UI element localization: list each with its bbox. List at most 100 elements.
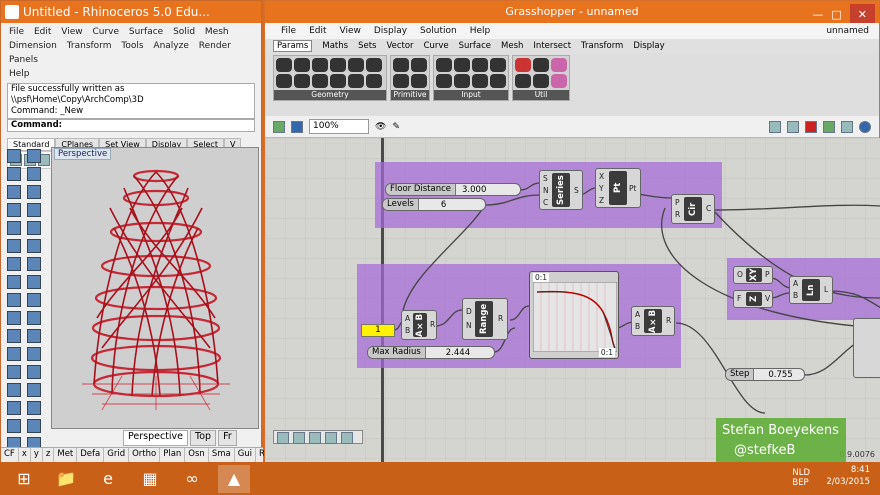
menu-panels[interactable]: Panels: [9, 55, 38, 65]
arc-icon[interactable]: [27, 185, 41, 199]
fillet-icon[interactable]: [27, 239, 41, 253]
mesh-icon[interactable]: [27, 293, 41, 307]
surface-icon[interactable]: [7, 257, 21, 271]
input-pin[interactable]: B: [793, 291, 798, 300]
offscreen-component[interactable]: [853, 318, 880, 378]
param-icon[interactable]: [366, 74, 382, 88]
tab-surface[interactable]: Surface: [459, 41, 491, 51]
circle-icon[interactable]: [7, 185, 21, 199]
gh-menu-help[interactable]: Help: [470, 26, 491, 36]
menu-tools[interactable]: Tools: [121, 41, 143, 51]
swatch-param-icon[interactable]: [490, 58, 506, 72]
button-param-icon[interactable]: [472, 58, 488, 72]
multiply-component[interactable]: A B A×B R: [401, 310, 437, 340]
rotate-icon[interactable]: [7, 329, 21, 343]
status-ortho[interactable]: Ortho: [129, 448, 161, 463]
input-pin[interactable]: O: [737, 270, 743, 279]
param-icon[interactable]: [411, 58, 427, 72]
param-icon[interactable]: [411, 74, 427, 88]
output-pin[interactable]: R: [498, 314, 503, 323]
menu-view[interactable]: View: [61, 27, 82, 37]
param-icon[interactable]: [294, 74, 310, 88]
circle-component[interactable]: P R Cir C: [671, 194, 715, 224]
param-icon[interactable]: [276, 74, 292, 88]
input-pin[interactable]: S: [543, 174, 548, 183]
language-indicator[interactable]: NLD BEP: [792, 468, 810, 488]
status-layer[interactable]: Defa: [77, 448, 105, 463]
tab-top[interactable]: Top: [190, 430, 217, 446]
menu-analyze[interactable]: Analyze: [153, 41, 188, 51]
offset-icon[interactable]: [7, 239, 21, 253]
input-pin[interactable]: D: [466, 307, 472, 316]
sphere-icon[interactable]: [27, 275, 41, 289]
output-pin[interactable]: C: [706, 204, 711, 213]
sketch-icon[interactable]: ✎: [392, 122, 400, 132]
toolbar-icon[interactable]: [341, 432, 353, 444]
unit-z-component[interactable]: F Z V: [733, 290, 773, 308]
trim-icon[interactable]: [7, 365, 21, 379]
param-icon[interactable]: [330, 74, 346, 88]
status-planar[interactable]: Plan: [160, 448, 186, 463]
menu-surface[interactable]: Surface: [129, 27, 163, 37]
input-pin[interactable]: Z: [599, 196, 604, 205]
cherries-icon[interactable]: [515, 58, 531, 72]
internet-explorer-icon[interactable]: e: [92, 465, 124, 493]
data-dam-icon[interactable]: [515, 74, 531, 88]
jump-icon[interactable]: [533, 74, 549, 88]
mirror-icon[interactable]: [7, 347, 21, 361]
freeform-icon[interactable]: [27, 221, 41, 235]
polyline-icon[interactable]: [7, 167, 21, 181]
windows-start-icon[interactable]: ⊞: [8, 465, 40, 493]
slider-value[interactable]: 2.444: [426, 348, 470, 358]
menu-solid[interactable]: Solid: [173, 27, 195, 37]
output-pin[interactable]: R: [430, 320, 435, 329]
point-icon[interactable]: [27, 149, 41, 163]
toggle-param-icon[interactable]: [454, 58, 470, 72]
status-osnap[interactable]: Osn: [185, 448, 209, 463]
rhino-app-icon[interactable]: ▲: [218, 464, 250, 493]
gh-menu-view[interactable]: View: [340, 26, 361, 36]
output-pin[interactable]: Pt: [629, 184, 636, 193]
input-pin[interactable]: B: [635, 322, 640, 331]
line-component[interactable]: A B Ln L: [789, 276, 833, 304]
param-icon[interactable]: [348, 74, 364, 88]
menu-edit[interactable]: Edit: [34, 27, 51, 37]
tab-transform[interactable]: Transform: [581, 41, 623, 51]
perspective-viewport[interactable]: Perspective: [51, 147, 259, 429]
series-component[interactable]: S N C Series S: [539, 170, 583, 210]
menu-transform[interactable]: Transform: [67, 41, 112, 51]
polygon-icon[interactable]: [27, 203, 41, 217]
toolbar-icon[interactable]: [293, 432, 305, 444]
param-icon[interactable]: [276, 58, 292, 72]
input-pin[interactable]: B: [405, 326, 410, 335]
save-icon[interactable]: [291, 120, 303, 133]
box-icon[interactable]: [7, 275, 21, 289]
tab-display[interactable]: Display: [633, 41, 664, 51]
output-pin[interactable]: R: [666, 316, 671, 325]
input-pin[interactable]: F: [737, 294, 741, 303]
render-preview-icon[interactable]: [859, 120, 871, 133]
floor-distance-slider[interactable]: Floor Distance 3.000: [385, 183, 521, 196]
rhino-title-bar[interactable]: Untitled - Rhinoceros 5.0 Edu...: [1, 1, 261, 23]
gh-menu-edit[interactable]: Edit: [309, 26, 326, 36]
scale-icon[interactable]: [27, 329, 41, 343]
input-pin[interactable]: N: [466, 321, 472, 330]
gh-title-bar[interactable]: Grasshopper - unnamed — □ ✕: [265, 1, 879, 26]
menu-render[interactable]: Render: [199, 41, 231, 51]
move-icon[interactable]: [7, 311, 21, 325]
gh-menu-file[interactable]: File: [281, 26, 296, 36]
block-icon[interactable]: [27, 419, 41, 433]
boolean-icon[interactable]: [7, 293, 21, 307]
status-gumball[interactable]: Gui: [235, 448, 257, 463]
xy-plane-component[interactable]: O XY P: [733, 266, 773, 284]
tab-vector[interactable]: Vector: [386, 41, 413, 51]
input-pin[interactable]: C: [543, 198, 548, 207]
param-icon[interactable]: [312, 74, 328, 88]
graph-param-icon[interactable]: [454, 74, 470, 88]
menu-curve[interactable]: Curve: [92, 27, 119, 37]
output-pin[interactable]: P: [765, 270, 770, 279]
display-shaded-icon[interactable]: [823, 120, 835, 133]
rectangle-icon[interactable]: [7, 221, 21, 235]
graph-mapper[interactable]: 0:1 0:1: [529, 271, 619, 359]
display-wire-icon[interactable]: [841, 120, 853, 133]
